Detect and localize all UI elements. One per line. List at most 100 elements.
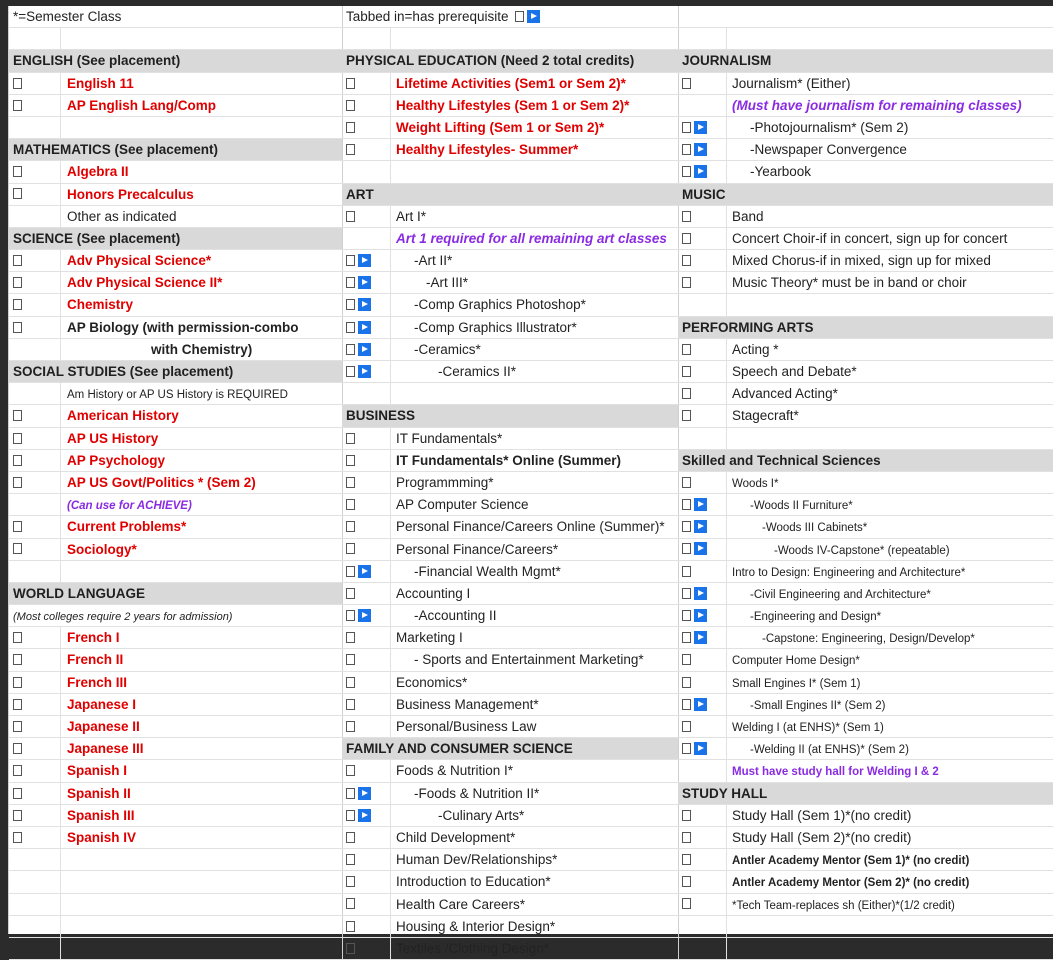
select-cell[interactable] xyxy=(9,316,61,338)
select-cell[interactable] xyxy=(342,116,391,139)
select-cell[interactable] xyxy=(678,338,727,360)
course-checkbox[interactable] xyxy=(346,876,355,888)
select-cell[interactable] xyxy=(9,471,61,494)
select-cell[interactable] xyxy=(678,272,727,294)
select-cell[interactable] xyxy=(342,338,391,360)
select-cell[interactable] xyxy=(342,72,391,94)
select-cell[interactable] xyxy=(9,72,61,94)
course-checkbox[interactable] xyxy=(682,587,691,599)
course-checkbox[interactable] xyxy=(13,543,22,555)
select-cell[interactable] xyxy=(678,826,727,849)
course-checkbox[interactable] xyxy=(346,854,355,866)
course-checkbox[interactable] xyxy=(13,77,22,89)
select-cell[interactable] xyxy=(678,361,727,383)
course-checkbox[interactable] xyxy=(682,388,691,400)
select-cell[interactable] xyxy=(9,738,61,760)
course-checkbox[interactable] xyxy=(13,166,22,178)
select-cell[interactable] xyxy=(342,804,391,826)
course-checkbox[interactable] xyxy=(13,410,22,422)
course-checkbox[interactable] xyxy=(682,543,691,555)
select-cell[interactable] xyxy=(342,538,391,560)
select-cell[interactable] xyxy=(342,250,391,272)
course-checkbox[interactable] xyxy=(13,255,22,266)
select-cell[interactable] xyxy=(678,560,727,582)
course-checkbox[interactable] xyxy=(13,809,22,821)
course-checkbox[interactable] xyxy=(13,454,22,466)
course-checkbox[interactable] xyxy=(13,321,22,333)
select-cell[interactable] xyxy=(342,582,391,605)
select-cell[interactable] xyxy=(9,804,61,826)
select-cell[interactable] xyxy=(342,826,391,849)
course-checkbox[interactable] xyxy=(682,809,691,821)
course-checkbox[interactable] xyxy=(346,77,355,89)
select-cell[interactable] xyxy=(342,294,391,316)
select-cell[interactable] xyxy=(342,782,391,804)
course-checkbox[interactable] xyxy=(13,632,22,644)
course-checkbox[interactable] xyxy=(682,144,691,156)
select-cell[interactable] xyxy=(9,538,61,560)
select-cell[interactable] xyxy=(342,627,391,649)
select-cell[interactable] xyxy=(678,161,727,183)
select-cell[interactable] xyxy=(9,161,61,183)
select-cell[interactable] xyxy=(342,716,391,738)
course-checkbox[interactable] xyxy=(682,210,691,222)
select-cell[interactable] xyxy=(9,516,61,538)
select-cell[interactable] xyxy=(678,582,727,605)
select-cell[interactable] xyxy=(9,94,61,116)
course-checkbox[interactable] xyxy=(346,720,355,732)
course-checkbox[interactable] xyxy=(346,587,355,599)
course-checkbox[interactable] xyxy=(682,121,691,133)
select-cell[interactable] xyxy=(342,937,391,960)
course-checkbox[interactable] xyxy=(13,432,22,444)
select-cell[interactable] xyxy=(342,205,391,227)
course-checkbox[interactable] xyxy=(346,654,355,666)
select-cell[interactable] xyxy=(678,627,727,649)
course-checkbox[interactable] xyxy=(13,720,22,732)
select-cell[interactable] xyxy=(9,627,61,649)
course-checkbox[interactable] xyxy=(682,720,691,732)
course-checkbox[interactable] xyxy=(346,144,355,156)
select-cell[interactable] xyxy=(678,72,727,94)
select-cell[interactable] xyxy=(342,871,391,893)
select-cell[interactable] xyxy=(9,649,61,671)
course-checkbox[interactable] xyxy=(346,476,355,488)
course-checkbox[interactable] xyxy=(682,499,691,511)
course-checkbox[interactable] xyxy=(346,543,355,555)
course-checkbox[interactable] xyxy=(13,521,22,533)
select-cell[interactable] xyxy=(678,516,727,538)
course-checkbox[interactable] xyxy=(682,876,691,888)
course-checkbox[interactable] xyxy=(13,765,22,777)
course-checkbox[interactable] xyxy=(346,698,355,710)
select-cell[interactable] xyxy=(342,560,391,582)
select-cell[interactable] xyxy=(9,427,61,449)
course-checkbox[interactable] xyxy=(346,831,355,843)
course-checkbox[interactable] xyxy=(13,787,22,799)
select-cell[interactable] xyxy=(678,383,727,405)
select-cell[interactable] xyxy=(342,427,391,449)
course-checkbox[interactable] xyxy=(346,920,355,932)
select-cell[interactable] xyxy=(342,316,391,338)
course-checkbox[interactable] xyxy=(346,942,355,954)
select-cell[interactable] xyxy=(342,516,391,538)
course-checkbox[interactable] xyxy=(346,676,355,688)
course-checkbox[interactable] xyxy=(346,898,355,910)
course-checkbox[interactable] xyxy=(13,743,22,755)
select-cell[interactable] xyxy=(342,893,391,915)
course-checkbox[interactable] xyxy=(346,299,355,311)
course-checkbox[interactable] xyxy=(682,255,691,266)
course-checkbox[interactable] xyxy=(13,188,22,200)
course-checkbox[interactable] xyxy=(13,698,22,710)
course-checkbox[interactable] xyxy=(682,232,691,244)
select-cell[interactable] xyxy=(678,205,727,227)
course-checkbox[interactable] xyxy=(346,99,355,111)
select-cell[interactable] xyxy=(9,272,61,294)
select-cell[interactable] xyxy=(678,227,727,250)
select-cell[interactable] xyxy=(678,471,727,494)
course-checkbox[interactable] xyxy=(346,565,355,577)
select-cell[interactable] xyxy=(342,605,391,627)
select-cell[interactable] xyxy=(9,405,61,427)
course-checkbox[interactable] xyxy=(346,454,355,466)
select-cell[interactable] xyxy=(678,605,727,627)
select-cell[interactable] xyxy=(9,716,61,738)
course-checkbox[interactable] xyxy=(682,565,691,577)
